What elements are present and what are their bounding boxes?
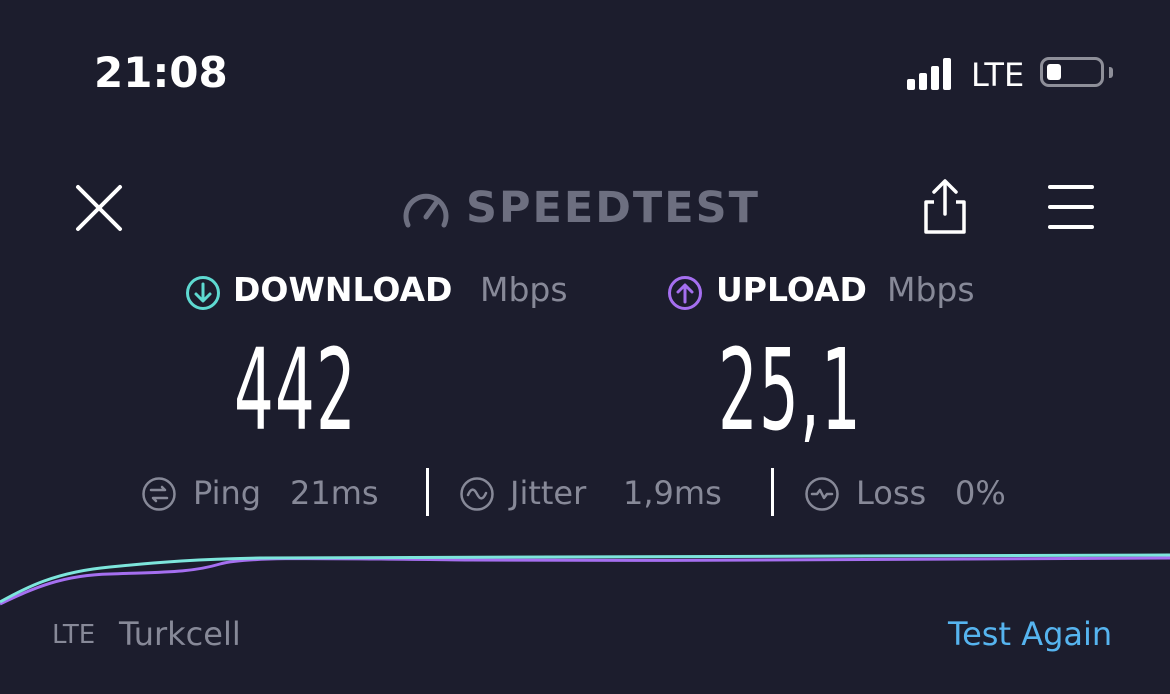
download-label: DOWNLOAD <box>233 270 453 309</box>
upload-value: 25,1 <box>718 326 863 456</box>
signal-icon <box>907 56 959 90</box>
ping-value: 21ms <box>290 474 379 512</box>
jitter-value: 1,9ms <box>623 474 722 512</box>
download-value: 442 <box>234 326 357 456</box>
footer-network-type: LTE <box>52 620 96 650</box>
arrow-up-circle-icon <box>668 276 702 310</box>
jitter-label: Jitter <box>510 474 587 512</box>
loss-label: Loss <box>856 474 927 512</box>
jitter-icon <box>460 477 494 511</box>
upload-label: UPLOAD <box>716 270 867 309</box>
network-type: LTE <box>971 56 1025 94</box>
metric-divider <box>426 468 429 516</box>
upload-unit: Mbps <box>887 270 975 309</box>
download-speed-line <box>0 553 1170 604</box>
status-time: 21:08 <box>94 48 228 97</box>
share-icon[interactable] <box>920 178 970 236</box>
ping-icon <box>142 477 176 511</box>
arrow-down-circle-icon <box>186 276 220 310</box>
battery-tip <box>1109 67 1113 78</box>
test-again-button[interactable]: Test Again <box>948 615 1112 653</box>
upload-speed-line <box>0 556 1170 606</box>
download-unit: Mbps <box>480 270 568 309</box>
speed-graph <box>0 553 1170 606</box>
metric-divider <box>771 468 774 516</box>
speedtest-logo: SPEEDTEST <box>466 183 760 233</box>
loss-icon <box>805 477 839 511</box>
battery-icon <box>1040 57 1104 87</box>
loss-value: 0% <box>955 474 1006 512</box>
close-icon[interactable] <box>74 183 124 233</box>
ping-label: Ping <box>193 474 262 512</box>
menu-icon[interactable] <box>1048 184 1094 230</box>
gauge-logo-icon <box>403 193 449 228</box>
carrier-name: Turkcell <box>119 615 241 653</box>
